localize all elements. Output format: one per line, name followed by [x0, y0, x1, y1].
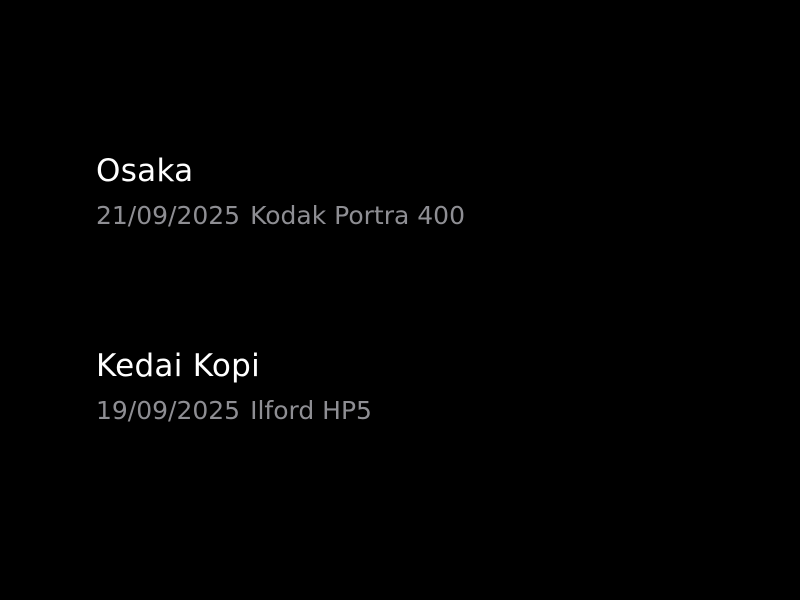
roll-film-stock: Ilford HP5 [250, 396, 372, 425]
roll-list: Osaka 21/09/2025 Kodak Portra 400 Kedai K… [96, 156, 736, 546]
roll-date: 21/09/2025 [96, 201, 241, 230]
roll-list-item-kedai-kopi[interactable]: Kedai Kopi 19/09/2025 Ilford HP5 [96, 351, 736, 546]
roll-title: Kedai Kopi [96, 348, 261, 384]
roll-list-item-osaka[interactable]: Osaka 21/09/2025 Kodak Portra 400 [96, 156, 736, 351]
roll-meta: 21/09/2025 Kodak Portra 400 [96, 203, 736, 228]
roll-date: 19/09/2025 [96, 396, 241, 425]
roll-title: Osaka [96, 153, 194, 189]
roll-meta: 19/09/2025 Ilford HP5 [96, 398, 736, 423]
roll-film-stock: Kodak Portra 400 [250, 201, 465, 230]
